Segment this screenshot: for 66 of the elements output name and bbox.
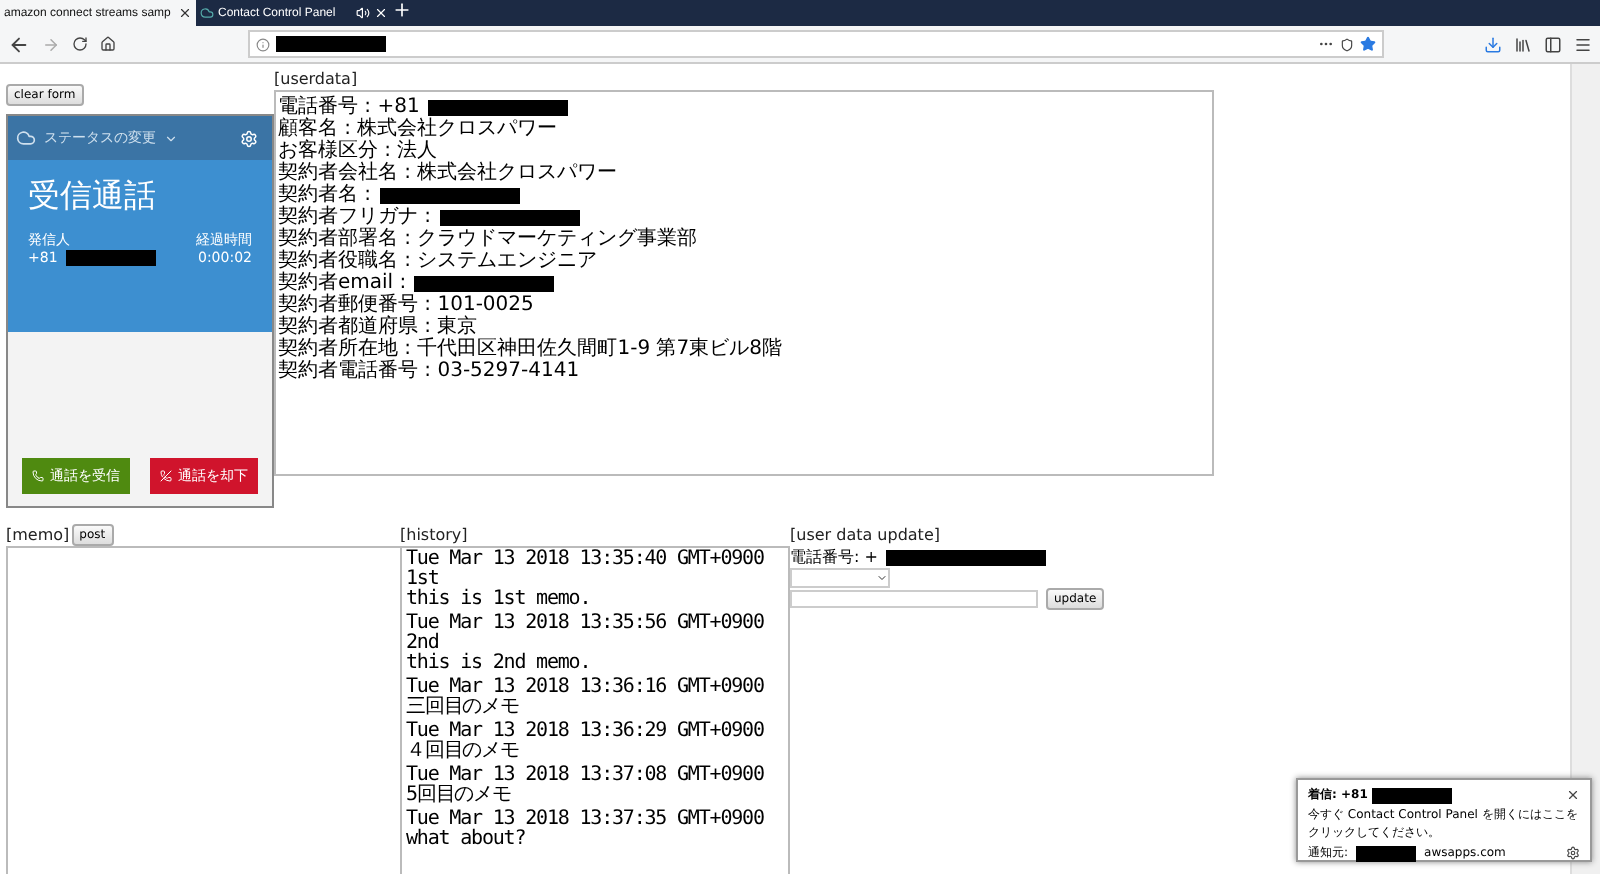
redaction-block: [1371, 787, 1452, 803]
redaction-block: [427, 99, 568, 115]
back-icon[interactable]: [8, 33, 30, 55]
history-timestamp: Tue Mar 13 2018 13:35:56 GMT+0900: [406, 614, 766, 634]
userdata-line: 契約者郵便番号 : 101-0025: [278, 294, 534, 316]
userdata-line: 契約者フリガナ :: [278, 206, 432, 228]
history-label: [history]: [400, 526, 468, 544]
download-icon[interactable]: [1484, 35, 1502, 53]
userdata-line: 契約者名 :: [278, 184, 372, 206]
settings-icon[interactable]: [1566, 846, 1580, 860]
history-timestamp: Tue Mar 13 2018 13:36:16 GMT+0900: [406, 678, 766, 698]
userdata-line: 契約者役職名 : システムエンジニア: [278, 250, 598, 272]
history-text: this is 2nd memo.: [406, 654, 593, 674]
history-timestamp: Tue Mar 13 2018 13:35:40 GMT+0900: [406, 550, 766, 570]
info-icon: [256, 37, 270, 51]
close-icon[interactable]: [1566, 788, 1580, 802]
redaction-block: [439, 209, 580, 225]
address-bar[interactable]: [248, 30, 1384, 58]
reload-icon[interactable]: [72, 36, 88, 52]
redaction-block: [1356, 845, 1417, 861]
history-text: 5回目のメモ: [406, 786, 513, 806]
hang-up-icon: [160, 470, 172, 482]
redaction-block: [379, 187, 520, 203]
redaction-block: [65, 250, 156, 266]
redaction-block: [414, 275, 555, 291]
close-icon[interactable]: [178, 6, 192, 20]
home-icon[interactable]: [100, 36, 116, 52]
phone-label: 電話番号: +: [790, 546, 878, 568]
history-text: this is 1st memo.: [406, 590, 593, 610]
call-title: 受信通話: [28, 176, 158, 218]
update-label: [user data update]: [790, 526, 940, 544]
userdata-line: 契約者部署名 : クラウドマーケティング事業部: [278, 228, 698, 250]
redaction-block: [276, 36, 386, 52]
sidebar-icon[interactable]: [1544, 35, 1562, 53]
userdata-line: 電話番号 : +81: [278, 96, 420, 118]
phone-icon: [32, 470, 44, 482]
memo-label: [memo]: [6, 526, 70, 544]
history-timestamp: Tue Mar 13 2018 13:36:29 GMT+0900: [406, 722, 766, 742]
cloud-icon: [200, 6, 214, 20]
history-text: 1st: [406, 570, 439, 590]
menu-icon[interactable]: [1574, 35, 1592, 53]
history-text: what about?: [406, 830, 528, 850]
history-text: ４回目のメモ: [406, 742, 521, 762]
userdata-line: 契約者会社名 : 株式会社クロスパワー: [278, 162, 618, 184]
speaker-icon[interactable]: [356, 6, 370, 20]
userdata-line: 顧客名 : 株式会社クロスパワー: [278, 118, 558, 140]
userdata-line: お客様区分 : 法人: [278, 140, 438, 162]
userdata-label: [userdata]: [274, 70, 358, 88]
shield-icon[interactable]: [1340, 37, 1354, 51]
update-input[interactable]: [790, 590, 1038, 608]
history-text: 2nd: [406, 634, 439, 654]
caret-icon: [876, 572, 888, 584]
scrollbar[interactable]: [1570, 64, 1600, 874]
history-timestamp: Tue Mar 13 2018 13:37:35 GMT+0900: [406, 810, 766, 830]
history-textarea[interactable]: [400, 546, 790, 874]
userdata-line: 契約者電話番号 : 03-5297-4141: [278, 360, 580, 382]
chevron-down-icon: [164, 131, 178, 145]
history-text: 三回目のメモ: [406, 698, 521, 718]
cloud-icon: [16, 128, 36, 148]
userdata-line: 契約者都道府県 : 東京: [278, 316, 478, 338]
star-icon[interactable]: [1360, 36, 1376, 52]
userdata-line: 契約者所在地 : 千代田区神田佐久間町1-9 第7東ビル8階: [278, 338, 782, 360]
library-icon[interactable]: [1514, 35, 1532, 53]
userdata-textarea[interactable]: [274, 90, 1214, 476]
history-timestamp: Tue Mar 13 2018 13:37:08 GMT+0900: [406, 766, 766, 786]
userdata-line: 契約者email :: [278, 272, 407, 294]
